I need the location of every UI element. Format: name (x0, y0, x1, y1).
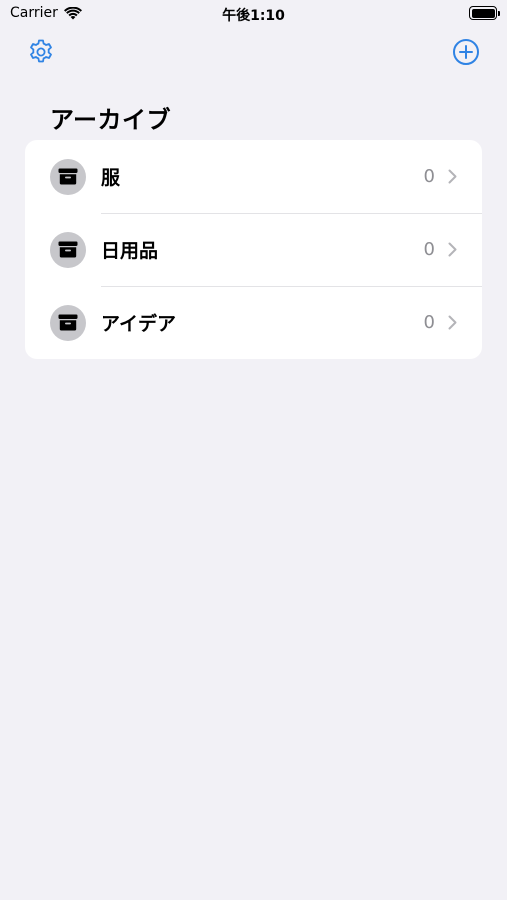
archive-list: 服 0 日用品 0 アイデア 0 (25, 140, 482, 359)
list-item-label: アイデア (101, 313, 177, 335)
item-count: 0 (423, 312, 435, 333)
list-item-daily-goods[interactable]: 日用品 0 (25, 213, 482, 286)
settings-button[interactable] (25, 36, 57, 68)
list-item-label: 服 (101, 167, 121, 189)
avatar (50, 231, 86, 268)
list-item-label: 日用品 (101, 240, 159, 262)
item-count: 0 (423, 239, 435, 260)
archivebox-icon (58, 241, 78, 258)
gear-icon (30, 39, 52, 63)
chevron-right-icon (446, 242, 458, 258)
page-title: アーカイブ (50, 106, 172, 134)
avatar (50, 158, 86, 195)
list-item-clothes[interactable]: 服 0 (25, 140, 482, 213)
plus-circle-icon (453, 39, 479, 65)
status-bar: Carrier 午後1:10 (0, 0, 507, 28)
chevron-right-icon (446, 315, 458, 331)
status-time: 午後1:10 (222, 8, 285, 24)
archivebox-icon (58, 314, 78, 331)
battery-icon (469, 6, 500, 20)
archivebox-icon (58, 168, 78, 185)
chevron-right-icon (446, 169, 458, 185)
add-button[interactable] (450, 36, 482, 68)
list-item-ideas[interactable]: アイデア 0 (25, 286, 482, 359)
item-count: 0 (423, 166, 435, 187)
avatar (50, 304, 86, 341)
